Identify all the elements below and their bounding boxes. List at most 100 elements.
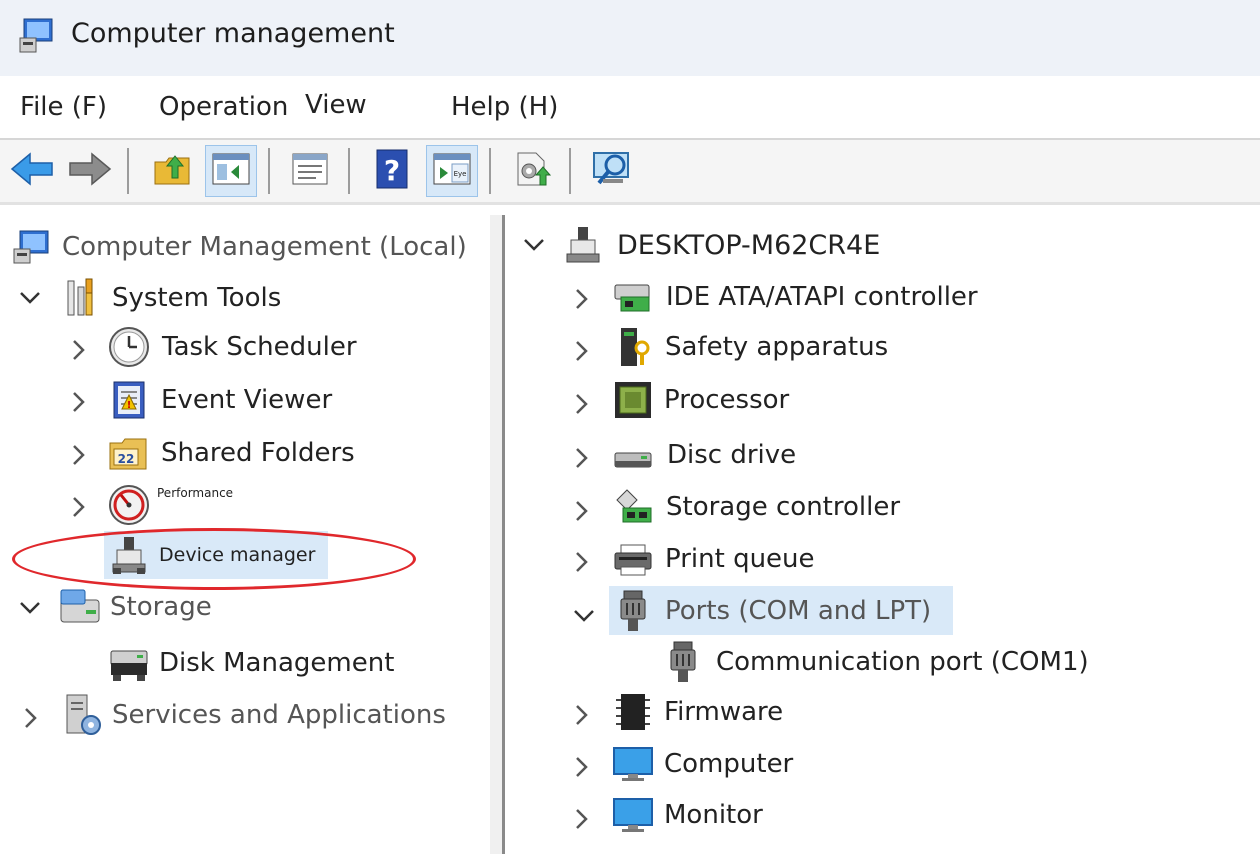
tree-label: Storage	[110, 592, 212, 622]
chevron-right-icon[interactable]	[567, 443, 597, 473]
chevron-right-icon[interactable]	[567, 752, 597, 782]
chevron-right-icon[interactable]	[64, 440, 94, 470]
chevron-down-icon[interactable]	[15, 593, 45, 623]
performance-gauge-icon	[107, 483, 151, 527]
device-communication-port[interactable]: Communication port (COM1)	[661, 640, 1089, 684]
chevron-right-icon[interactable]	[64, 335, 94, 365]
device-category-ide[interactable]: IDE ATA/ATAPI controller	[611, 275, 978, 319]
device-category-security[interactable]: Safety apparatus	[611, 325, 888, 369]
device-category-disc-drive[interactable]: Disc drive	[611, 433, 796, 477]
menu-bar: File (F) Operation View Help (H)	[0, 76, 1260, 140]
chevron-right-icon[interactable]	[16, 703, 46, 733]
up-level-button[interactable]	[146, 145, 198, 197]
help-button[interactable]: ?	[366, 145, 418, 197]
device-label: Disc drive	[667, 440, 797, 470]
properties-button[interactable]	[284, 145, 336, 197]
menu-operation[interactable]: Operation	[159, 92, 288, 122]
back-button[interactable]	[6, 145, 58, 197]
device-category-print-queue[interactable]: Print queue	[611, 537, 815, 581]
toolbar-separator	[348, 148, 350, 194]
forward-button[interactable]	[64, 145, 116, 197]
device-tree-root[interactable]: DESKTOP-M62CR4E	[561, 223, 880, 267]
processor-icon	[611, 378, 655, 422]
printer-icon	[611, 537, 655, 581]
pane-splitter[interactable]	[490, 215, 502, 854]
toolbar-separator	[569, 148, 571, 194]
storage-icon	[58, 585, 102, 629]
chevron-right-icon[interactable]	[567, 336, 597, 366]
toolbar-separator	[127, 148, 129, 194]
tree-item-performance[interactable]: Performance	[107, 483, 233, 527]
device-label: Computer	[664, 749, 794, 779]
tree-item-task-scheduler[interactable]: Task Scheduler	[107, 325, 357, 369]
disc-drive-icon	[611, 433, 655, 477]
chevron-down-icon[interactable]	[15, 283, 45, 313]
tree-label: Disk Management	[159, 648, 395, 678]
menu-view[interactable]: View	[305, 90, 367, 120]
chevron-right-icon[interactable]	[567, 389, 597, 419]
port-icon	[661, 640, 705, 684]
chevron-right-icon[interactable]	[567, 284, 597, 314]
device-category-monitor[interactable]: Monitor	[611, 793, 763, 837]
console-tree-pane: Computer Management (Local) System Tools…	[0, 215, 493, 854]
device-category-firmware[interactable]: Firmware	[611, 690, 783, 734]
device-label: Processor	[664, 385, 790, 415]
chevron-right-icon[interactable]	[567, 700, 597, 730]
device-tree-pane: DESKTOP-M62CR4E IDE ATA/ATAPI controller…	[502, 215, 1260, 854]
tree-item-disk-management[interactable]: Disk Management	[107, 641, 394, 685]
device-label: Ports (COM and LPT)	[665, 595, 932, 626]
chevron-down-icon[interactable]	[519, 230, 549, 260]
tree-item-storage[interactable]: Storage	[58, 585, 212, 629]
export-icon	[512, 149, 552, 193]
eye-badge: Eye	[454, 170, 467, 178]
tree-item-system-tools[interactable]: System Tools	[58, 276, 281, 320]
tree-item-device-manager[interactable]: Device manager	[104, 531, 328, 579]
event-log-icon: !	[107, 378, 151, 422]
chevron-right-icon[interactable]	[567, 804, 597, 834]
port-icon	[611, 589, 655, 633]
tree-label: Services and Applications	[112, 700, 446, 730]
help-icon: ?	[374, 148, 410, 194]
device-category-ports[interactable]: Ports (COM and LPT)	[609, 586, 953, 635]
clock-icon	[107, 325, 151, 369]
security-device-icon	[611, 325, 655, 369]
firmware-chip-icon	[611, 690, 655, 734]
ide-controller-icon	[611, 275, 655, 319]
back-arrow-icon	[10, 151, 54, 191]
action-pane-icon: Eye	[432, 151, 472, 191]
export-button[interactable]	[506, 145, 558, 197]
tree-item-computer-management[interactable]: Computer Management (Local)	[10, 225, 467, 269]
shared-folders-badge: 22	[118, 452, 135, 466]
monitor-icon	[611, 742, 655, 786]
chevron-right-icon[interactable]	[64, 387, 94, 417]
chevron-right-icon[interactable]	[567, 496, 597, 526]
svg-text:?: ?	[384, 154, 400, 187]
chevron-down-icon[interactable]	[569, 601, 599, 631]
menu-file[interactable]: File (F)	[20, 92, 107, 122]
device-category-processor[interactable]: Processor	[611, 378, 789, 422]
chevron-right-icon[interactable]	[567, 547, 597, 577]
tree-item-shared-folders[interactable]: 22 Shared Folders	[107, 431, 355, 475]
services-icon	[60, 693, 104, 737]
toolbar-separator	[268, 148, 270, 194]
forward-arrow-icon	[68, 151, 112, 191]
computer-device-icon	[561, 223, 605, 267]
scan-hardware-icon	[591, 149, 635, 193]
device-category-computer[interactable]: Computer	[611, 742, 793, 786]
menu-help[interactable]: Help (H)	[451, 92, 558, 122]
tree-item-event-viewer[interactable]: ! Event Viewer	[107, 378, 332, 422]
action-pane-button[interactable]: Eye	[426, 145, 478, 197]
show-hide-tree-button[interactable]	[205, 145, 257, 197]
tree-label: Computer Management (Local)	[62, 232, 467, 262]
shared-folder-icon: 22	[107, 431, 151, 475]
storage-controller-icon	[611, 485, 655, 529]
properties-icon	[290, 151, 330, 191]
device-category-storage-controller[interactable]: Storage controller	[611, 485, 900, 529]
scan-hardware-button[interactable]	[587, 145, 639, 197]
device-label: Communication port (COM1)	[716, 647, 1089, 677]
tree-item-services-and-applications[interactable]: Services and Applications	[60, 693, 446, 737]
chevron-right-icon[interactable]	[64, 492, 94, 522]
monitor-icon	[611, 793, 655, 837]
tree-label: Shared Folders	[161, 438, 355, 468]
device-label: Firmware	[664, 697, 784, 727]
